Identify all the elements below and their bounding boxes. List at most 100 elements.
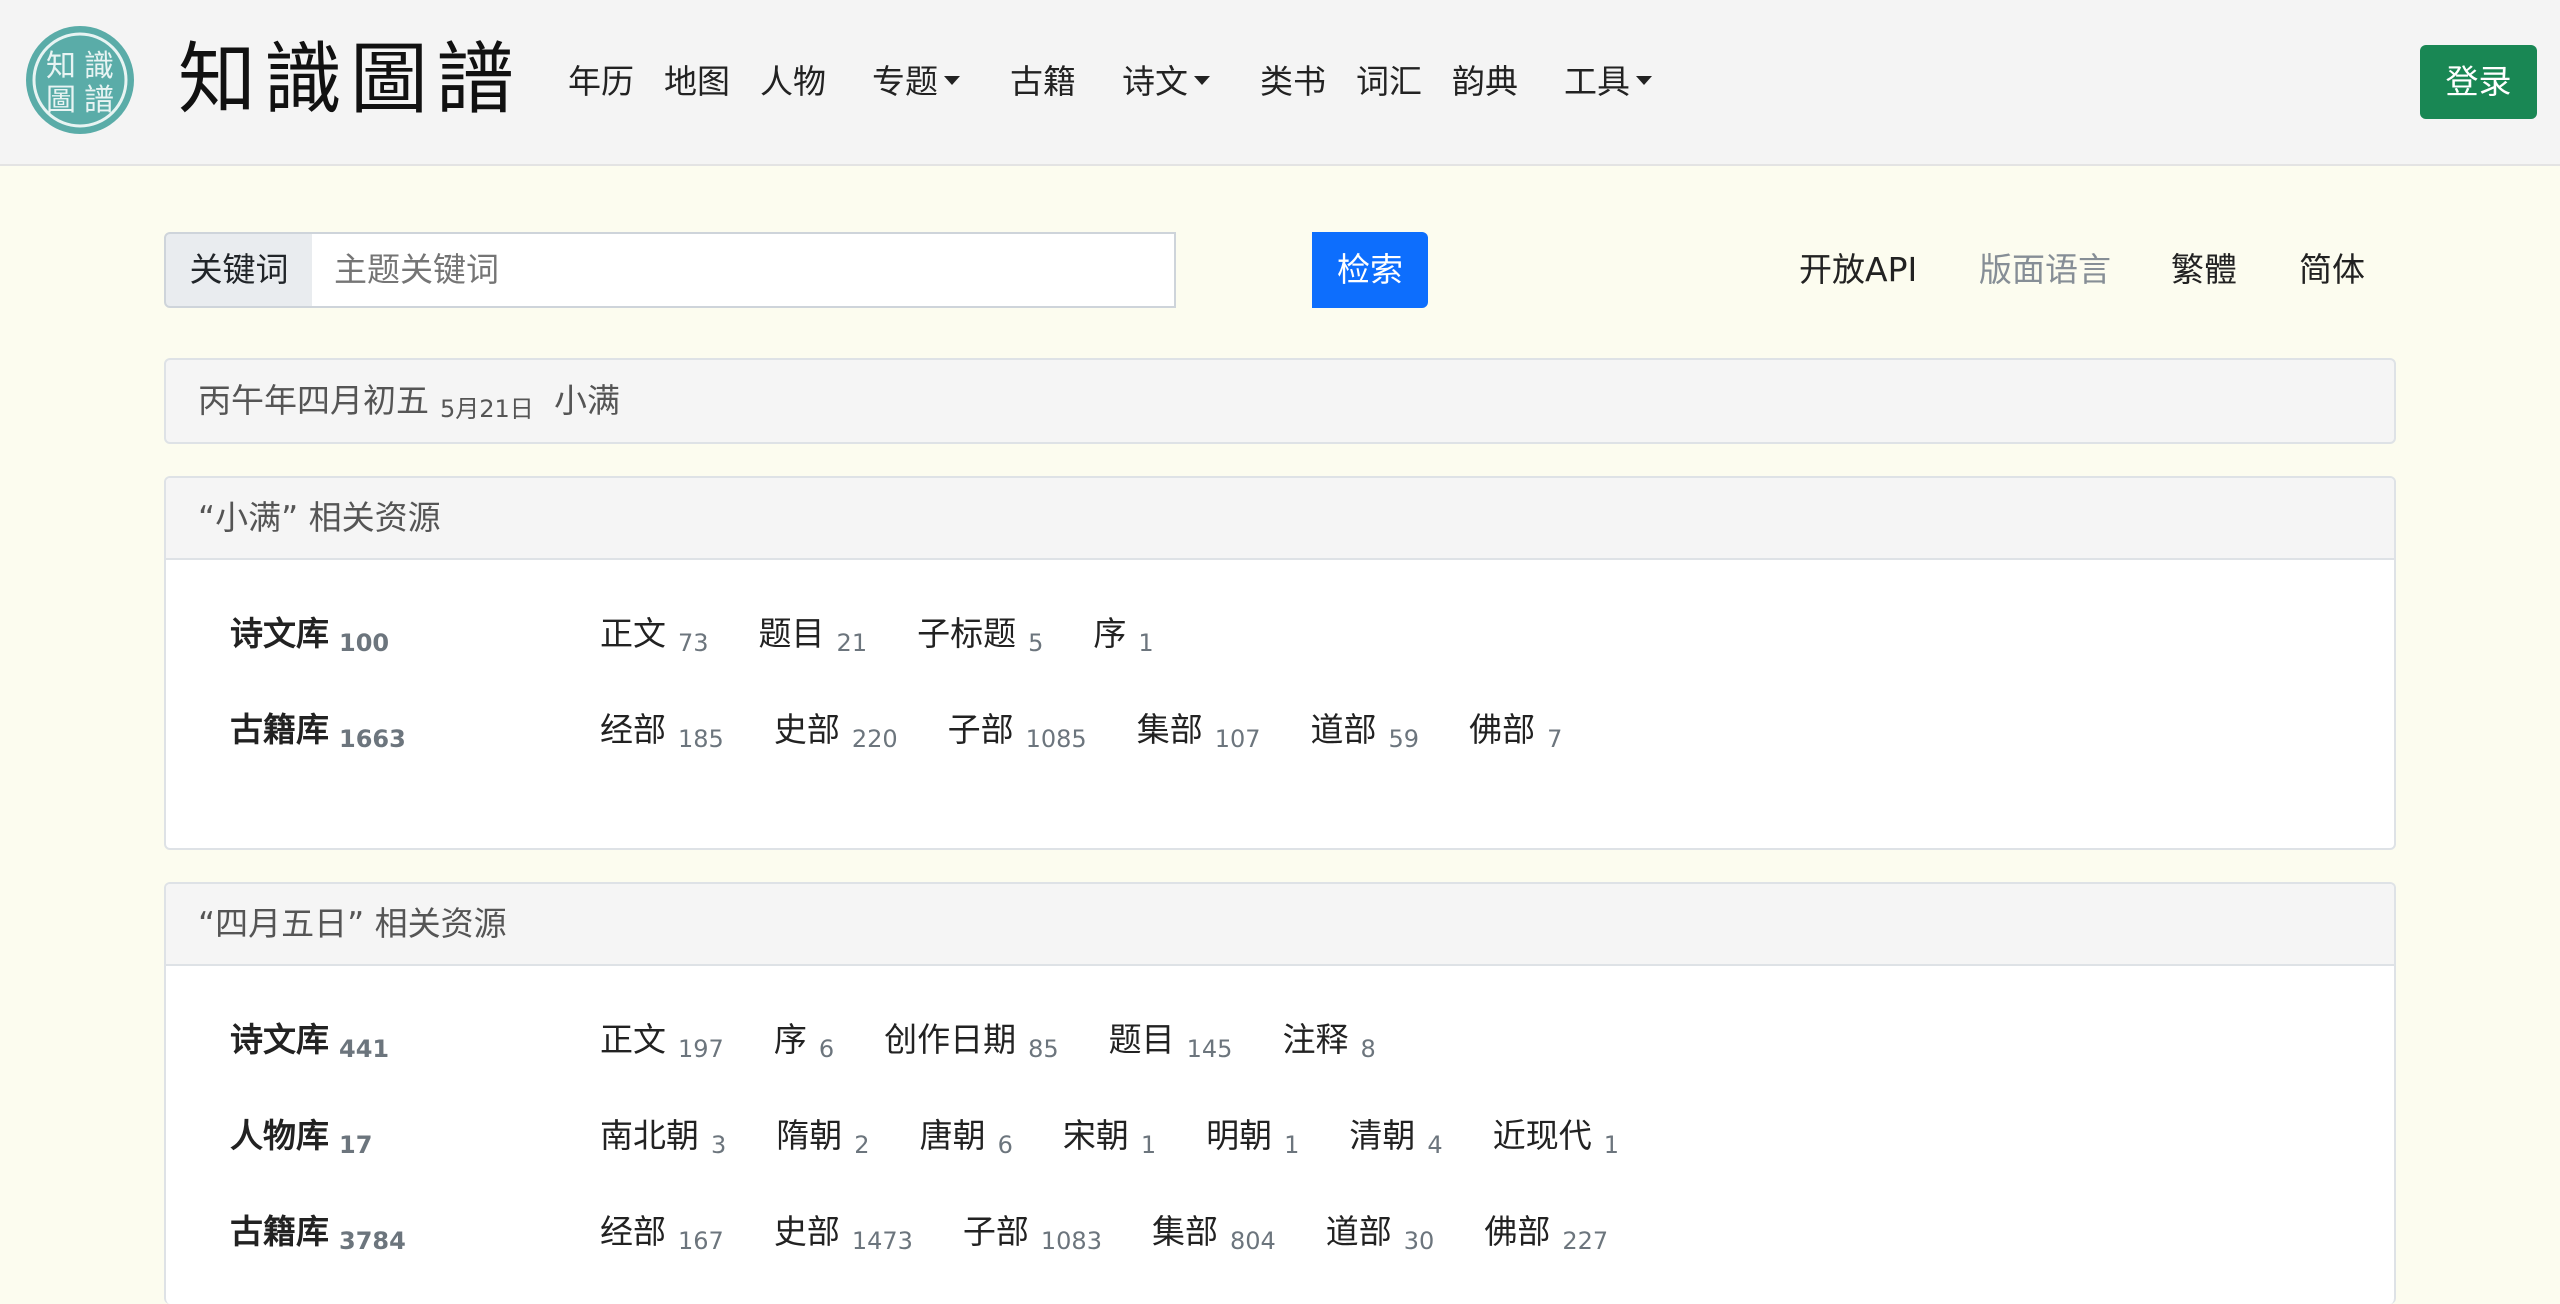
resource-count: 17 <box>339 1131 373 1159</box>
simplified-chinese-link[interactable]: 简体 <box>2299 245 2365 295</box>
nav-item-ancient-books[interactable]: 古籍 <box>1010 57 1076 107</box>
nav-label: 专题 <box>872 62 938 101</box>
subitem-count: 59 <box>1388 725 1420 753</box>
search-input[interactable] <box>312 232 1176 308</box>
resource-row: 诗文库 100 正文 73 题目 21 子标题 5 序 1 <box>166 604 2394 664</box>
subitem-label: 隋朝 <box>776 1116 843 1155</box>
subitem-link[interactable]: 道部 59 <box>1311 700 1420 763</box>
subitem-link[interactable]: 正文 73 <box>600 604 709 667</box>
traditional-chinese-link[interactable]: 繁體 <box>2171 245 2237 295</box>
date-bar: 丙午年四月初五 5月21日 小满 <box>164 358 2396 444</box>
logo-char-3: 圖 <box>46 83 76 118</box>
subitem-link[interactable]: 题目 145 <box>1109 1010 1233 1073</box>
nav-item-topics[interactable]: 专题 <box>872 57 960 107</box>
nav-item-tools[interactable]: 工具 <box>1564 57 1652 107</box>
resource-subitems: 经部 185 史部 220 子部 1085 集部 107 道部 59 佛部 7 <box>600 700 1612 766</box>
caret-down-icon <box>1636 76 1652 85</box>
subitem-link[interactable]: 近现代 1 <box>1493 1106 1619 1169</box>
subitem-link[interactable]: 隋朝 2 <box>776 1106 869 1169</box>
subitem-label: 清朝 <box>1349 1116 1416 1155</box>
subitem-label: 佛部 <box>1469 710 1536 749</box>
search-label: 关键词 <box>164 232 314 308</box>
resource-library-ancient-books[interactable]: 古籍库 3784 <box>230 1202 406 1265</box>
subitem-count: 7 <box>1547 725 1563 753</box>
search-button[interactable]: 检索 <box>1312 232 1428 308</box>
resource-library-ancient-books[interactable]: 古籍库 1663 <box>230 700 406 763</box>
nav-item-calendar[interactable]: 年历 <box>568 57 634 107</box>
nav-item-vocabulary[interactable]: 词汇 <box>1356 57 1422 107</box>
subitem-label: 南北朝 <box>600 1116 699 1155</box>
subitem-label: 史部 <box>773 710 840 749</box>
resource-library-poetry[interactable]: 诗文库 441 <box>230 1010 389 1073</box>
subitem-link[interactable]: 南北朝 3 <box>600 1106 726 1169</box>
subitem-link[interactable]: 子标题 5 <box>917 604 1043 667</box>
subitem-link[interactable]: 清朝 4 <box>1349 1106 1442 1169</box>
subitem-count: 2 <box>854 1131 870 1159</box>
subitem-link[interactable]: 创作日期 85 <box>884 1010 1059 1073</box>
subitem-label: 宋朝 <box>1062 1116 1129 1155</box>
resource-subitems: 正文 197 序 6 创作日期 85 题目 145 注释 8 <box>600 1010 1426 1076</box>
subitem-link[interactable]: 史部 1473 <box>774 1202 913 1265</box>
resource-library-poetry[interactable]: 诗文库 100 <box>230 604 389 667</box>
subitem-count: 4 <box>1427 1131 1443 1159</box>
subitem-label: 创作日期 <box>884 1020 1017 1059</box>
subitem-count: 1 <box>1138 629 1154 657</box>
nav-item-people[interactable]: 人物 <box>760 57 826 107</box>
subitem-link[interactable]: 序6 <box>774 1010 834 1073</box>
layout-language-label: 版面语言 <box>1979 250 2111 289</box>
subitem-link[interactable]: 宋朝 1 <box>1063 1106 1156 1169</box>
subitem-link[interactable]: 注释 8 <box>1282 1010 1375 1073</box>
subitem-link[interactable]: 集部 107 <box>1137 700 1261 763</box>
resource-library-people[interactable]: 人物库 17 <box>230 1106 372 1169</box>
resource-row: 人物库 17 南北朝 3 隋朝 2 唐朝 6 宋朝 1 明朝 1 清朝 4 近现代 1 <box>166 1106 2394 1166</box>
subitem-label: 题目 <box>758 614 825 653</box>
subitem-label: 子标题 <box>917 614 1017 653</box>
top-navbar: 知 識 圖 譜 知識圖譜 年历 地图 人物 专题 古籍 诗文 类书 词汇 韵典 … <box>0 0 2560 166</box>
nav-item-rhyme-dictionary[interactable]: 韵典 <box>1452 57 1518 107</box>
resource-row: 古籍库 1663 经部 185 史部 220 子部 1085 集部 107 道部 59 佛部 7 <box>166 700 2394 760</box>
login-button[interactable]: 登录 <box>2420 45 2537 119</box>
nav-label: 韵典 <box>1452 62 1518 101</box>
subitem-label: 序 <box>773 1020 807 1059</box>
subitem-link[interactable]: 经部 185 <box>600 700 724 763</box>
subitem-label: 正文 <box>600 614 666 653</box>
subitem-label: 明朝 <box>1206 1116 1273 1155</box>
subitem-link[interactable]: 唐朝 6 <box>920 1106 1013 1169</box>
subitem-link[interactable]: 子部 1083 <box>963 1202 1102 1265</box>
subitem-count: 220 <box>851 725 898 753</box>
subitem-label: 序 <box>1093 614 1127 653</box>
subitem-link[interactable]: 道部 30 <box>1326 1202 1435 1265</box>
subitem-count: 804 <box>1229 1227 1276 1255</box>
subitem-count: 5 <box>1028 629 1044 657</box>
subitem-link[interactable]: 佛部 7 <box>1469 700 1562 763</box>
subitem-link[interactable]: 题目 21 <box>759 604 868 667</box>
subitem-count: 1083 <box>1040 1227 1102 1255</box>
nav-item-leishu[interactable]: 类书 <box>1260 57 1326 107</box>
subitem-link[interactable]: 经部 167 <box>600 1202 724 1265</box>
subitem-label: 佛部 <box>1484 1212 1551 1251</box>
solar-date: 5月21日 <box>440 395 534 423</box>
subitem-link[interactable]: 序1 <box>1093 604 1153 667</box>
subitem-label: 唐朝 <box>919 1116 986 1155</box>
resource-row: 诗文库 441 正文 197 序 6 创作日期 85 题目 145 注释 8 <box>166 1010 2394 1070</box>
brand-title[interactable]: 知識圖譜 <box>178 30 522 130</box>
nav-label: 词汇 <box>1356 62 1422 101</box>
subitem-link[interactable]: 佛部 227 <box>1484 1202 1608 1265</box>
subitem-link[interactable]: 史部 220 <box>774 700 898 763</box>
nav-label: 古籍 <box>1010 62 1076 101</box>
nav-label: 年历 <box>568 62 634 101</box>
seal-logo-icon[interactable]: 知 識 圖 譜 <box>24 24 136 136</box>
subitem-label: 注释 <box>1282 1020 1349 1059</box>
subitem-link[interactable]: 正文 197 <box>600 1010 724 1073</box>
subitem-link[interactable]: 子部 1085 <box>948 700 1087 763</box>
nav-item-map[interactable]: 地图 <box>664 57 730 107</box>
subitem-link[interactable]: 集部 804 <box>1152 1202 1276 1265</box>
subitem-count: 197 <box>678 1035 724 1063</box>
caret-down-icon <box>944 76 960 85</box>
nav-item-poetry[interactable]: 诗文 <box>1122 57 1210 107</box>
subitem-label: 道部 <box>1310 710 1377 749</box>
solar-term-link[interactable]: 小满 <box>554 360 620 442</box>
nav-label: 地图 <box>664 62 730 101</box>
subitem-link[interactable]: 明朝 1 <box>1206 1106 1299 1169</box>
open-api-link[interactable]: 开放API <box>1799 245 1917 295</box>
